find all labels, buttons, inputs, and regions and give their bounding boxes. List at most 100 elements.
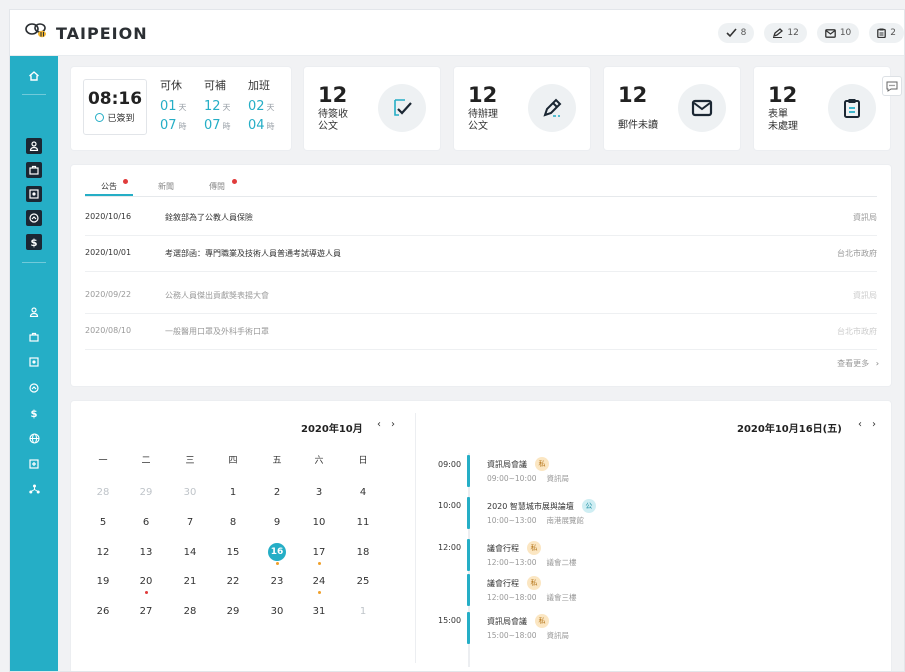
list-item[interactable]: 2020/10/01 考選部函：專門職業及技術人員普通考試導遊人員 台北市政府	[85, 236, 877, 272]
item-title: 一般醫用口罩及外科手術口罩	[165, 327, 269, 336]
next-day-icon[interactable]: ›	[872, 419, 876, 430]
stat-card-handle[interactable]: 12 待辦理 公文	[454, 67, 590, 150]
calendar-day[interactable]: 22	[215, 576, 251, 587]
overtime-hours: 04	[248, 118, 265, 133]
day-number: 18	[356, 547, 370, 558]
schedule-event[interactable]: 資訊局會議私 09:00~10:00 資訊局	[487, 457, 570, 484]
calendar-day[interactable]: 29	[215, 606, 251, 617]
clipboard-icon[interactable]	[828, 84, 876, 132]
plus-square-icon[interactable]	[26, 456, 42, 472]
calendar-day[interactable]: 9	[259, 517, 295, 528]
briefcase-icon[interactable]	[26, 329, 42, 345]
schedule-event[interactable]: 資訊局會議私 15:00~18:00 資訊局	[487, 614, 569, 641]
globe-icon[interactable]	[26, 430, 42, 446]
next-month-icon[interactable]: ›	[391, 419, 395, 430]
tab-circulation[interactable]: 傳閱	[209, 181, 225, 192]
event-place: 議會二樓	[546, 558, 577, 567]
calendar-day[interactable]: 17	[301, 547, 337, 565]
dollar-icon[interactable]: $	[26, 405, 42, 421]
calendar-day[interactable]: 21	[172, 576, 208, 587]
calendar-day[interactable]: 4	[345, 487, 381, 498]
calendar-day[interactable]: 5	[85, 517, 121, 528]
unit: 時	[178, 122, 187, 131]
header-badge-check[interactable]: 8	[717, 23, 755, 43]
prev-month-icon[interactable]: ‹	[377, 419, 381, 430]
calendar-day[interactable]: 19	[85, 576, 121, 587]
calendar-day[interactable]: 15	[215, 547, 251, 558]
calendar-day[interactable]: 10	[301, 517, 337, 528]
calendar-day[interactable]: 30	[259, 606, 295, 617]
checkin-status: 已簽到	[107, 114, 135, 124]
stat-card-sign[interactable]: 12 待簽收 公文	[304, 67, 440, 150]
calendar-day[interactable]: 14	[172, 547, 208, 558]
network-icon[interactable]	[26, 481, 42, 497]
header-badge-mail[interactable]: 10	[816, 23, 860, 43]
safe-icon[interactable]	[26, 354, 42, 370]
unit: 天	[178, 103, 187, 112]
calendar-day[interactable]: 11	[345, 517, 381, 528]
schedule-event[interactable]: 2020 智慧城市展與論壇公 10:00~13:00 南港展覽館	[487, 499, 596, 526]
stat-card-mail[interactable]: 12 郵件未讀	[604, 67, 740, 150]
calendar-day[interactable]: 3	[301, 487, 337, 498]
header-badge-clipboard[interactable]: 2	[869, 23, 904, 43]
schedule-event[interactable]: 議會行程私 12:00~13:00 議會二樓	[487, 541, 577, 568]
calendar-day[interactable]: 6	[128, 517, 164, 528]
checkin-button[interactable]: 已簽到	[84, 111, 146, 124]
edit-document-icon[interactable]	[528, 84, 576, 132]
calendar-day[interactable]: 24	[301, 576, 337, 594]
tab-announcements[interactable]: 公告	[101, 181, 117, 192]
slot-time: 09:00	[438, 460, 462, 469]
calendar-day[interactable]: 12	[85, 547, 121, 558]
logo[interactable]: TAIPEION	[24, 22, 148, 44]
tab-news[interactable]: 新聞	[158, 181, 174, 192]
calendar-day[interactable]: 1	[215, 487, 251, 498]
checkin-icon	[95, 113, 105, 122]
safe-icon[interactable]	[26, 186, 42, 202]
gauge-icon[interactable]	[26, 380, 42, 396]
day-number: 5	[99, 517, 107, 528]
event-bar	[467, 612, 470, 644]
list-item[interactable]: 2020/08/10 一般醫用口罩及外科手術口罩 台北市政府	[85, 314, 877, 350]
dollar-icon[interactable]: $	[26, 234, 42, 250]
calendar-day[interactable]: 30	[172, 487, 208, 498]
calendar-day[interactable]: 1	[345, 606, 381, 617]
unit: 天	[266, 103, 275, 112]
calendar-day[interactable]: 8	[215, 517, 251, 528]
event-place: 資訊局	[546, 474, 570, 483]
day-number: 2	[273, 487, 281, 498]
chat-icon[interactable]	[882, 76, 902, 96]
calendar-day[interactable]: 23	[259, 576, 295, 587]
calendar-day[interactable]: 13	[128, 547, 164, 558]
list-item[interactable]: 2020/09/22 公務人員傑出貢獻獎表揚大會 資訊局	[85, 278, 877, 314]
list-item[interactable]: 2020/10/16 銓敘部為了公教人員保險 資訊局	[85, 200, 877, 236]
makeup-hours: 07	[204, 118, 221, 133]
calendar-day[interactable]: 29	[128, 487, 164, 498]
gauge-icon[interactable]	[26, 210, 42, 226]
mail-icon[interactable]	[678, 84, 726, 132]
prev-day-icon[interactable]: ‹	[858, 419, 862, 430]
stat-label: 表單 未處理	[768, 109, 798, 132]
calendar-day[interactable]: 28	[85, 487, 121, 498]
calendar-day[interactable]: 27	[128, 606, 164, 617]
briefcase-icon[interactable]	[26, 162, 42, 178]
event-dot	[318, 562, 321, 565]
view-more-link[interactable]: 查看更多 ›	[837, 358, 879, 369]
calendar-day[interactable]: 31	[301, 606, 337, 617]
divider	[415, 413, 416, 663]
schedule-event[interactable]: 議會行程私 12:00~18:00 議會三樓	[487, 576, 577, 603]
home-icon[interactable]	[26, 68, 42, 84]
header-badge-pen[interactable]: 12	[764, 23, 807, 43]
calendar-day[interactable]: 26	[85, 606, 121, 617]
makeup-label: 可補	[204, 79, 226, 92]
calendar-day[interactable]: 20	[128, 576, 164, 594]
calendar-day[interactable]: 25	[345, 576, 381, 587]
check-document-icon[interactable]	[378, 84, 426, 132]
calendar-day[interactable]: 7	[172, 517, 208, 528]
user-icon[interactable]	[26, 304, 42, 320]
calendar-day[interactable]: 2	[259, 487, 295, 498]
calendar-day[interactable]: 28	[172, 606, 208, 617]
user-icon[interactable]	[26, 138, 42, 154]
calendar-day[interactable]: 16	[259, 543, 295, 565]
stat-card-form[interactable]: 12 表單 未處理	[754, 67, 890, 150]
calendar-day[interactable]: 18	[345, 547, 381, 558]
